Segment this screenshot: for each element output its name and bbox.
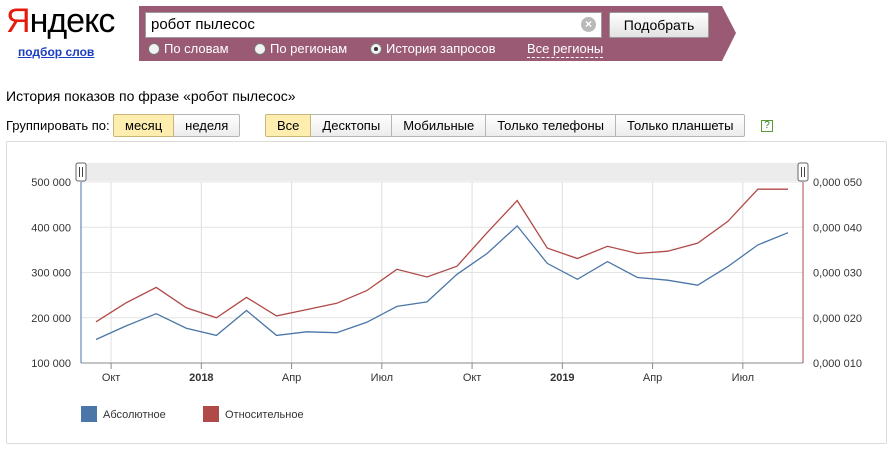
x-tick-label: Окт — [463, 372, 482, 384]
x-tick-label: 2019 — [550, 372, 574, 384]
search-input[interactable]: робот пылесос — [145, 12, 602, 38]
series-absolute-line — [95, 224, 789, 341]
y-right-tick-label: 0,000 010 — [813, 358, 862, 370]
page-title: История показов по фразе «робот пылесос» — [6, 88, 296, 104]
group-month-button[interactable]: месяц — [113, 114, 175, 137]
chart-svg: 100 000 0,000 010 200 000 0,000 020 300 000 0… — [31, 162, 862, 422]
x-tick-label: Июл — [732, 372, 754, 384]
device-mobile-button[interactable]: Мобильные — [392, 114, 487, 137]
y-right-tick-label: 0,000 040 — [813, 222, 862, 234]
radio-circle-checked — [370, 43, 382, 55]
y-left-tick-label: 100 000 — [31, 358, 71, 370]
device-switch: Все Десктопы Мобильные Только телефоны Т… — [265, 114, 746, 137]
wordstat-link[interactable]: подбор слов — [18, 45, 94, 59]
radio-history[interactable]: История запросов — [370, 41, 496, 57]
x-tick-label: 2018 — [189, 372, 213, 384]
x-tick-label: Апр — [643, 372, 662, 384]
y-left-tick-label: 300 000 — [31, 268, 71, 280]
device-phones-button[interactable]: Только телефоны — [486, 114, 617, 137]
radio-circle — [148, 43, 160, 55]
grouping-switch: месяц неделя — [113, 114, 241, 137]
device-tablets-button[interactable]: Только планшеты — [616, 114, 746, 137]
device-all-button[interactable]: Все — [265, 114, 312, 137]
range-handle-right[interactable] — [797, 162, 809, 182]
group-week-button[interactable]: неделя — [174, 114, 241, 137]
legend-swatch — [81, 406, 97, 422]
x-tick-label: Окт — [102, 372, 121, 384]
y-left-tick-label: 200 000 — [31, 313, 71, 325]
device-desktops-button[interactable]: Десктопы — [311, 114, 393, 137]
submit-button[interactable]: Подобрать — [609, 12, 709, 38]
help-icon[interactable]: ? — [761, 120, 773, 132]
radio-circle — [254, 43, 266, 55]
all-regions-link[interactable]: Все регионы — [527, 41, 604, 58]
x-tick-label: Июл — [371, 372, 393, 384]
clear-icon[interactable]: × — [581, 17, 596, 32]
y-right-tick-label: 0,000 020 — [813, 313, 862, 325]
legend-label[interactable]: Абсолютное — [103, 409, 166, 421]
y-right-tick-label: 0,000 030 — [813, 268, 862, 280]
radio-by-regions[interactable]: По регионам — [254, 41, 347, 57]
yandex-logo[interactable]: Яндекс — [6, 2, 115, 40]
y-right-tick-label: 0,000 050 — [813, 177, 862, 189]
grouping-label: Группировать по: — [6, 118, 110, 133]
y-left-tick-label: 400 000 — [31, 222, 71, 234]
range-handle-left[interactable] — [75, 162, 87, 182]
radio-by-words[interactable]: По словам — [148, 41, 229, 57]
legend-label[interactable]: Относительное — [225, 409, 304, 421]
history-chart: 100 000 0,000 010 200 000 0,000 020 300 000 0… — [6, 141, 887, 444]
legend-swatch — [203, 406, 219, 422]
series-relative-line — [95, 188, 788, 323]
x-tick-label: Апр — [282, 372, 301, 384]
y-left-tick-label: 500 000 — [31, 177, 71, 189]
range-scroller[interactable] — [81, 163, 803, 181]
